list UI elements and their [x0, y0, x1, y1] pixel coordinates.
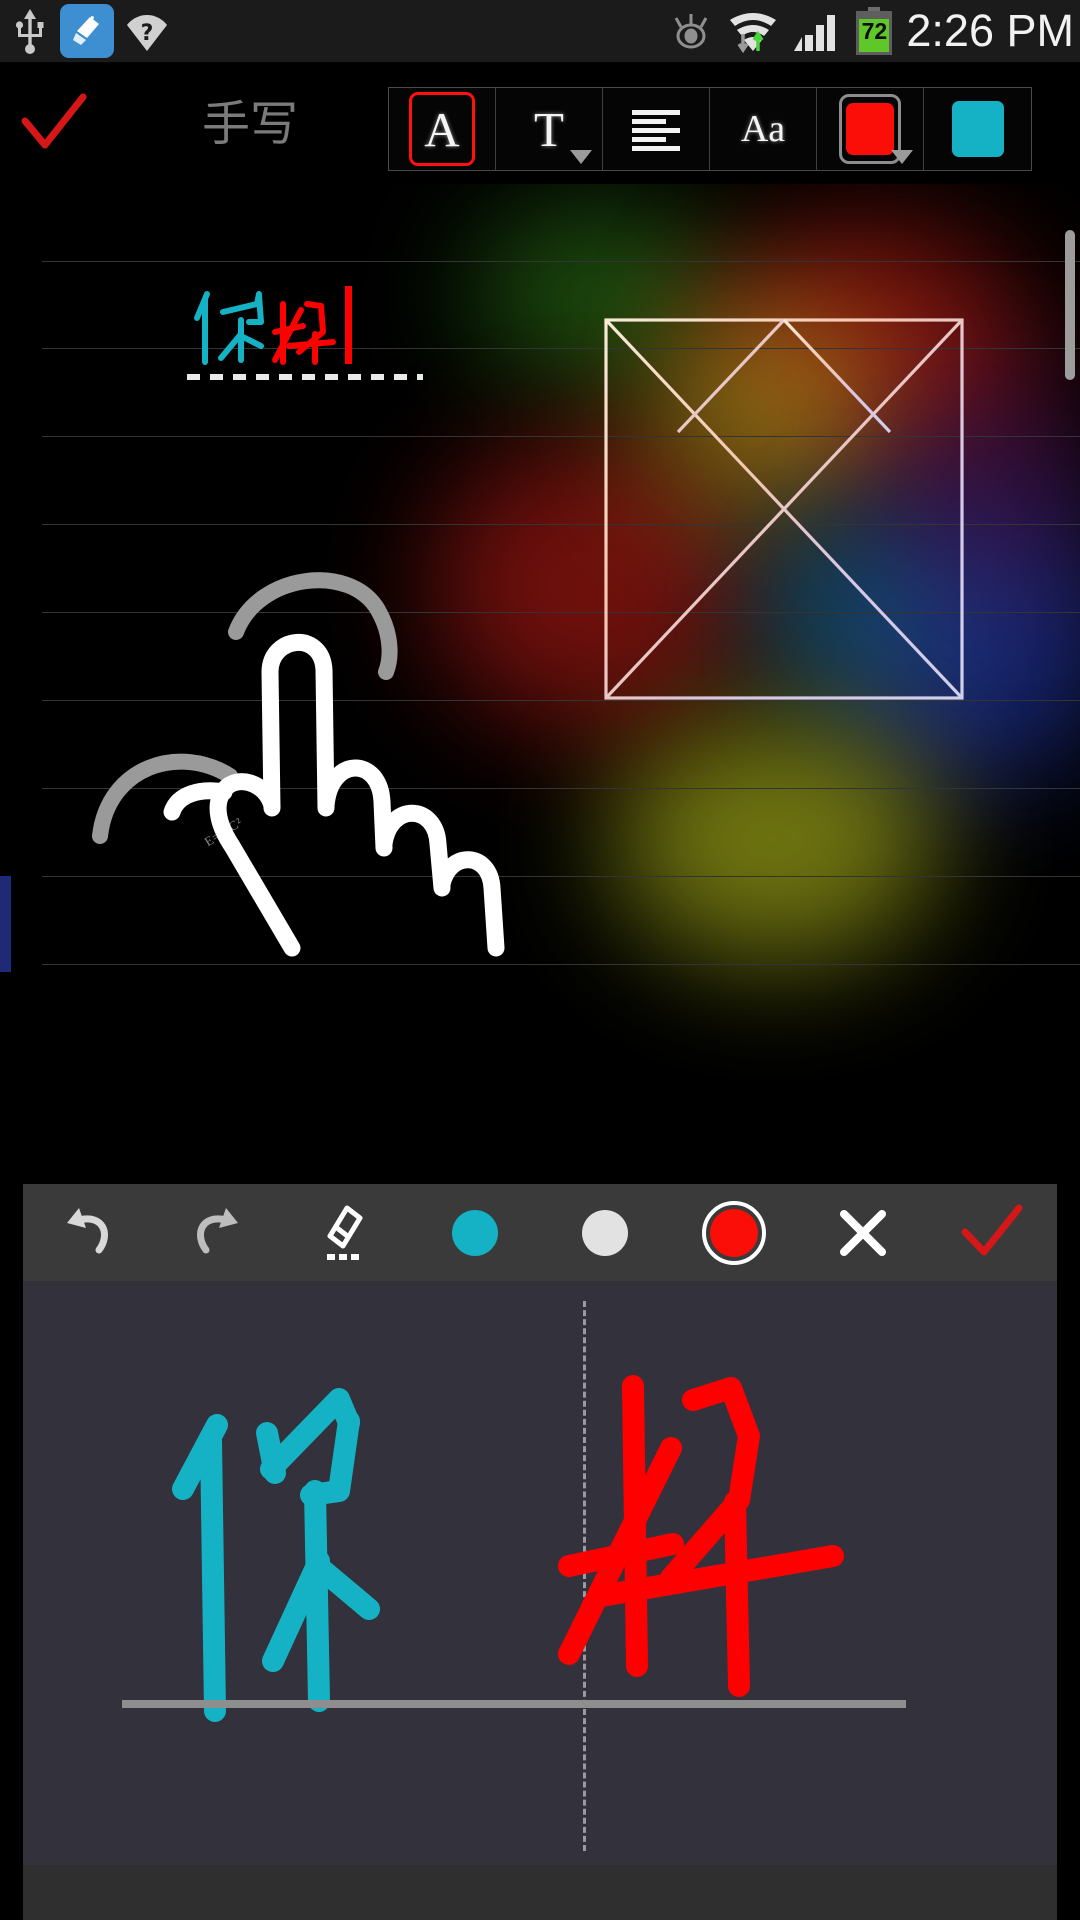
handwriting-input-panel[interactable]: [23, 1281, 1057, 1865]
color-red-button[interactable]: [669, 1184, 798, 1281]
paragraph-align-button[interactable]: [603, 88, 710, 170]
svg-text:?: ?: [141, 21, 154, 46]
wifi-question-icon: ?: [127, 15, 167, 51]
font-size-button[interactable]: Aa: [710, 88, 817, 170]
phone-screen: ? 72 2:26 PM 手写 A T Aa E=MC²: [0, 0, 1080, 1920]
color-dot-red-selected: [701, 1200, 766, 1265]
panel-bottom-strip: [23, 1865, 1057, 1920]
chevron-down-icon: [891, 150, 913, 164]
text-style-a-button[interactable]: A: [389, 88, 496, 170]
tangram-sketch[interactable]: [600, 314, 990, 739]
left-page-marker: [0, 876, 11, 972]
redo-button[interactable]: [152, 1184, 281, 1281]
highlight-color-button[interactable]: [924, 88, 1031, 170]
redo-icon: [196, 1207, 238, 1253]
note-canvas[interactable]: E=MC²: [0, 184, 1080, 1176]
chevron-down-icon: [570, 150, 592, 164]
text-cursor: [345, 286, 352, 364]
hand-sketch[interactable]: [60, 544, 600, 969]
battery-percent: 72: [861, 18, 888, 44]
inserted-handwriting-text[interactable]: [175, 274, 425, 389]
status-bar-right-icons: 72 2:26 PM: [668, 0, 1076, 62]
text-format-toolgroup: A T Aa: [388, 87, 1032, 171]
color-white-button[interactable]: [540, 1184, 669, 1281]
eraser-button[interactable]: [282, 1184, 411, 1281]
status-bar-left-icons: ?: [0, 4, 168, 58]
editor-toolbar: 手写 A T Aa: [0, 62, 1080, 308]
eraser-icon: [327, 1205, 363, 1260]
undo-icon: [66, 1207, 108, 1253]
cleaner-app-icon: [60, 4, 114, 58]
color-cyan-button[interactable]: [411, 1184, 540, 1281]
text-color-button[interactable]: [817, 88, 924, 170]
letter-t-icon: T: [534, 101, 564, 157]
eye-smart-stay-icon: [675, 14, 708, 49]
writing-baseline: [122, 1700, 906, 1708]
cancel-button[interactable]: [799, 1184, 928, 1281]
check-icon: [961, 1204, 1023, 1255]
text-style-a-highlight: A: [409, 92, 475, 166]
text-format-t-button[interactable]: T: [496, 88, 603, 170]
usb-icon: [15, 9, 44, 54]
align-lines-icon: [632, 110, 680, 151]
color-dot-red: [709, 1208, 758, 1257]
undo-button[interactable]: [23, 1184, 152, 1281]
handwriting-stroke-cyan: [143, 1361, 563, 1786]
page-title: 手写: [201, 96, 298, 152]
accept-button[interactable]: [928, 1184, 1057, 1281]
vertical-scrollbar[interactable]: [1065, 230, 1075, 380]
letters-aa-icon: Aa: [740, 107, 786, 150]
cellular-signal-icon: [794, 15, 836, 51]
color-dot-cyan: [452, 1209, 499, 1256]
dashed-underline: [187, 374, 423, 380]
battery-icon: 72: [854, 7, 894, 55]
pen-toolbar: [23, 1184, 1057, 1281]
text-color-swatch: [846, 103, 894, 155]
close-x-icon: [840, 1209, 887, 1256]
color-dot-white: [581, 1209, 628, 1256]
glow-yellow-low: [610, 714, 940, 964]
status-bar-clock: 2:26 PM: [906, 5, 1074, 56]
wifi-signal-icon: [730, 13, 777, 54]
ruled-line: [42, 261, 1080, 262]
letter-a-icon: A: [424, 101, 460, 157]
status-bar: ? 72 2:26 PM: [0, 0, 1080, 62]
handwriting-stroke-red: [553, 1366, 993, 1791]
confirm-check-button[interactable]: [14, 80, 94, 168]
highlight-color-swatch: [951, 101, 1004, 157]
